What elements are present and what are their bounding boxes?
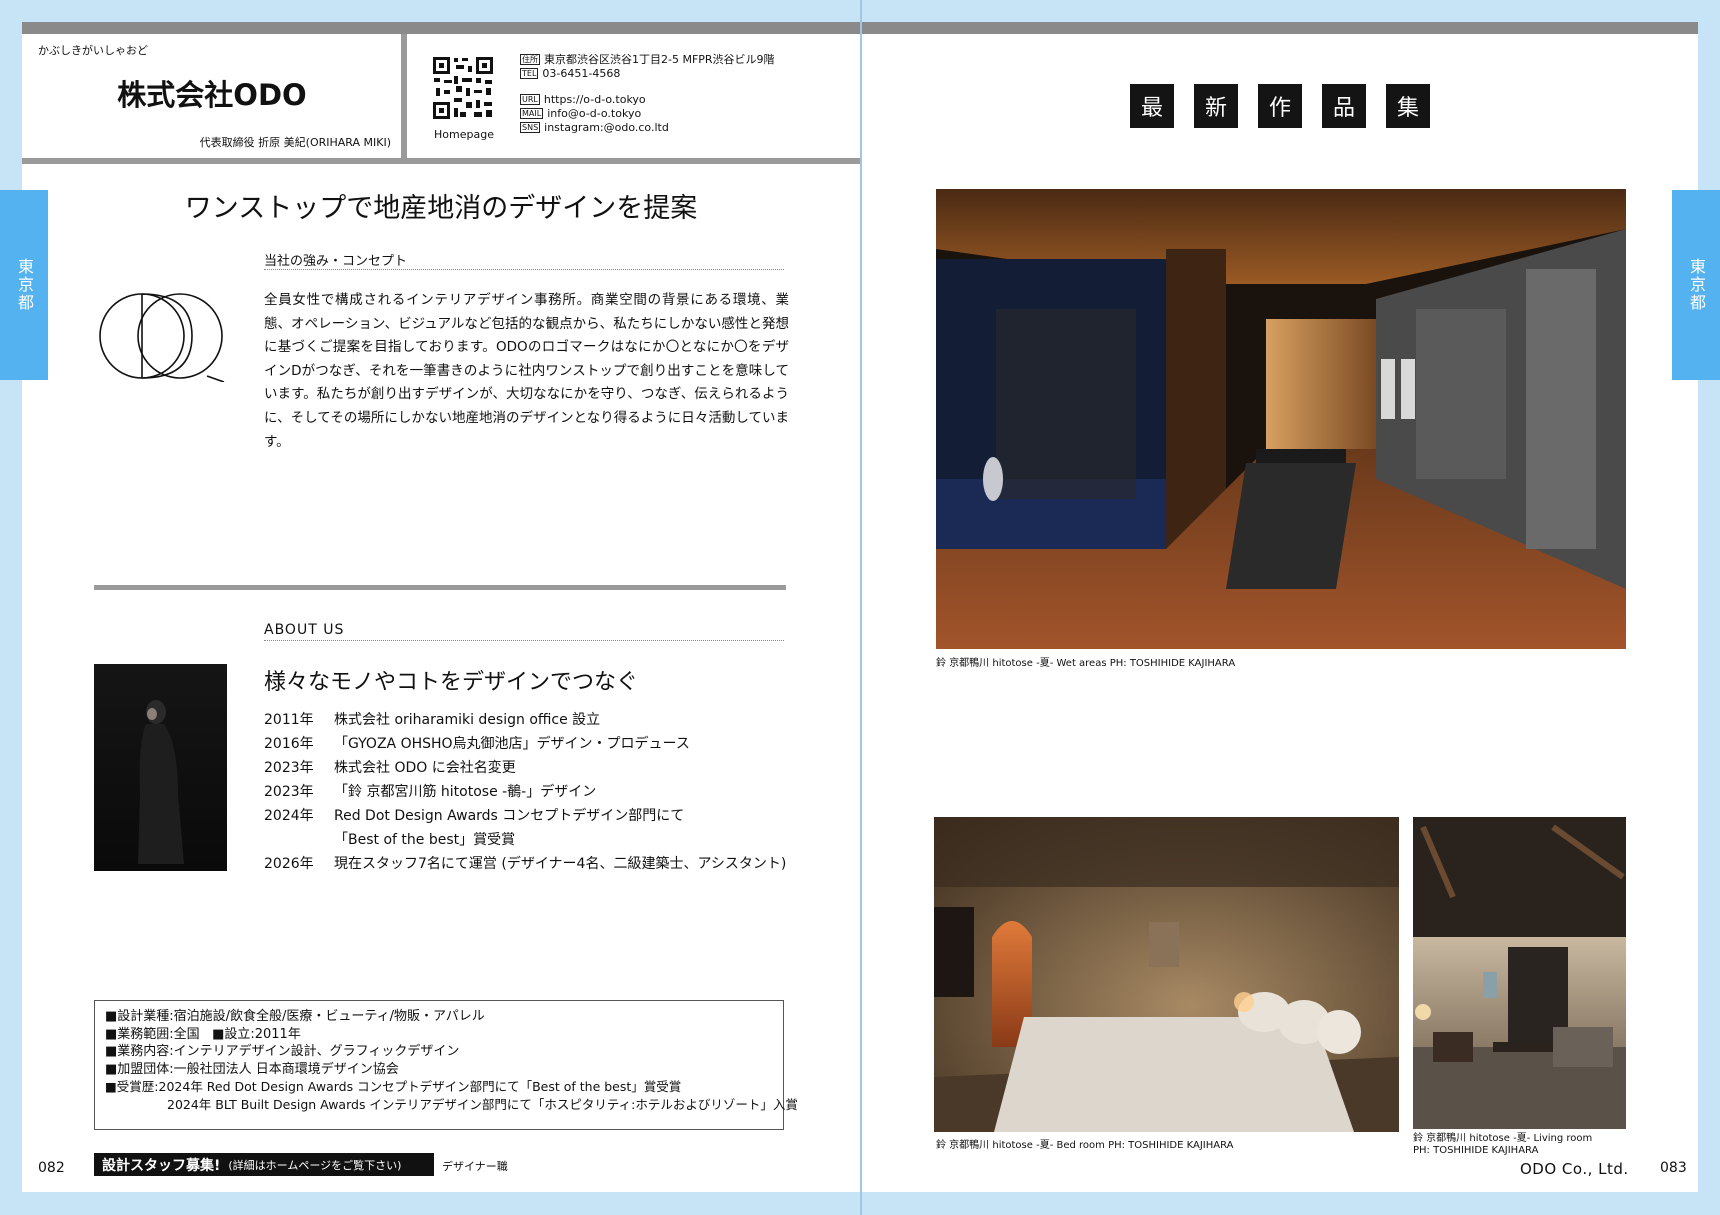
- title-char: 品: [1322, 84, 1366, 128]
- info-awards: ■受賞歴:2024年 Red Dot Design Awards コンセプトデザ…: [105, 1079, 682, 1094]
- caption-living-room: 鈴 京都鴨川 hitotose -夏- Living room PH: TOSH…: [1413, 1133, 1592, 1157]
- url-link[interactable]: https://o-d-o.tokyo: [544, 93, 646, 106]
- qr-label: Homepage: [434, 128, 494, 141]
- history-item: 2023年 「鈴 京都宮川筋 hitotose -鶺-」デザイン: [264, 784, 597, 800]
- info-services: ■業務内容:インテリアデザイン設計、グラフィックデザイン: [105, 1044, 460, 1059]
- book-spine: [860, 0, 862, 1215]
- info-range: ■業務範囲:全国: [105, 1026, 200, 1042]
- company-header: かぶしきがいしゃおど 株式会社ODO 代表取締役 折原 美紀(ORIHARA M…: [22, 34, 407, 158]
- company-kana: かぶしきがいしゃおど: [38, 44, 148, 57]
- history-item: 2024年 Red Dot Design Awards コンセプトデザイン部門にて: [264, 808, 685, 824]
- sns-tag: SNS: [520, 122, 541, 133]
- tel-row: TEL 03-6451-4568: [520, 67, 775, 81]
- company-info-box: ■設計業種:宿泊施設/飲食全般/医療・ビューティ/物販・アパレル ■業務範囲:全…: [94, 1000, 798, 1130]
- history-item: 2016年 「GYOZA OHSHO烏丸御池店」デザイン・プロデュース: [264, 736, 690, 752]
- right-top-bar: [862, 22, 1698, 34]
- title-char: 新: [1194, 84, 1238, 128]
- title-char: 集: [1386, 84, 1430, 128]
- sns-row[interactable]: SNS instagram:@odo.co.ltd: [520, 121, 775, 135]
- url-row[interactable]: URL https://o-d-o.tokyo: [520, 93, 775, 107]
- tel-tag: TEL: [520, 68, 539, 79]
- header-rule: [22, 158, 860, 164]
- caption-bed-room: 鈴 京都鴨川 hitotose -夏- Bed room PH: TOSHIHI…: [936, 1140, 1234, 1151]
- representative: 代表取締役 折原 美紀(ORIHARA MIKI): [199, 136, 391, 149]
- history-item: 「Best of the best」賞受賞: [334, 832, 516, 848]
- photo-living-room: [1413, 817, 1626, 1129]
- qr-code-icon[interactable]: [432, 56, 494, 120]
- footer-company: ODO Co., Ltd.: [1520, 1160, 1629, 1178]
- info-awards-2: 2024年 BLT Built Design Awards インテリアデザイン部…: [167, 1096, 798, 1112]
- recruit-position: デザイナー職: [442, 1160, 508, 1173]
- title-char: 最: [1130, 84, 1174, 128]
- info-membership: ■加盟団体:一般社団法人 日本商環境デザイン協会: [105, 1061, 399, 1077]
- about-heading: ABOUT US: [264, 622, 784, 641]
- recruit-note: (詳細はホームページをご覧下さい): [228, 1158, 402, 1172]
- odo-logo-icon: [92, 292, 232, 383]
- concept-heading: 当社の強み・コンセプト: [264, 250, 784, 270]
- address-tag: 住所: [520, 54, 540, 65]
- info-business-types: ■設計業種:宿泊施設/飲食全般/医療・ビューティ/物販・アパレル: [105, 1009, 485, 1024]
- photo-bed-room: [934, 817, 1399, 1132]
- info-range-row: ■業務範囲:全国 ■設立:2011年: [105, 1026, 773, 1044]
- url-tag: URL: [520, 94, 540, 105]
- concept-body: 全員女性で構成されるインテリアデザイン事務所。商業空間の背景にある環境、業態、オ…: [264, 292, 789, 450]
- title-char: 作: [1258, 84, 1302, 128]
- tel: 03-6451-4568: [542, 67, 621, 80]
- sns-link[interactable]: instagram:@odo.co.ltd: [544, 121, 669, 134]
- caption-living-room-line2: PH: TOSHIHIDE KAJIHARA: [1413, 1145, 1539, 1156]
- page-number-left: 082: [38, 1160, 65, 1176]
- photo-wet-areas: [936, 189, 1626, 649]
- caption-living-room-line1: 鈴 京都鴨川 hitotose -夏- Living room: [1413, 1133, 1593, 1144]
- new-works-title: 最 新 作 品 集: [1130, 84, 1430, 128]
- history-item: 2023年 株式会社 ODO に会社名変更: [264, 760, 516, 776]
- left-top-bar: [22, 22, 860, 34]
- address-row: 住所 東京都渋谷区渋谷1丁目2-5 MFPR渋谷ビル9階: [520, 53, 775, 67]
- portrait-photo: [94, 664, 227, 871]
- history-item: 2011年 株式会社 oriharamiki design office 設立: [264, 712, 601, 728]
- info-founded: ■設立:2011年: [212, 1026, 301, 1042]
- mail-link[interactable]: info@o-d-o.tokyo: [547, 107, 641, 120]
- mail-row[interactable]: MAIL info@o-d-o.tokyo: [520, 107, 775, 121]
- contact-block: 住所 東京都渋谷区渋谷1丁目2-5 MFPR渋谷ビル9階 TEL 03-6451-4…: [520, 53, 775, 135]
- section-rule: [94, 585, 786, 590]
- caption-wet-areas: 鈴 京都鴨川 hitotose -夏- Wet areas PH: TOSHIH…: [936, 658, 1236, 669]
- about-title: 様々なモノやコトをデザインでつなぐ: [264, 670, 639, 695]
- page-number-right: 083: [1660, 1160, 1687, 1176]
- recruit-banner[interactable]: 設計スタッフ募集! (詳細はホームページをご覧下さい): [94, 1153, 434, 1176]
- region-tab-right: 東京都: [1672, 190, 1720, 380]
- recruit-title: 設計スタッフ募集!: [102, 1157, 221, 1174]
- company-name: 株式会社ODO: [117, 78, 307, 112]
- history-list: 2011年 株式会社 oriharamiki design office 設立 2…: [264, 708, 794, 876]
- history-item: 2026年 現在スタッフ7名にて運営 (デザイナー4名、二級建築士、アシスタント): [264, 856, 787, 872]
- headline: ワンストップで地産地消のデザインを提案: [184, 193, 698, 224]
- address: 東京都渋谷区渋谷1丁目2-5 MFPR渋谷ビル9階: [544, 53, 775, 66]
- mail-tag: MAIL: [520, 108, 544, 119]
